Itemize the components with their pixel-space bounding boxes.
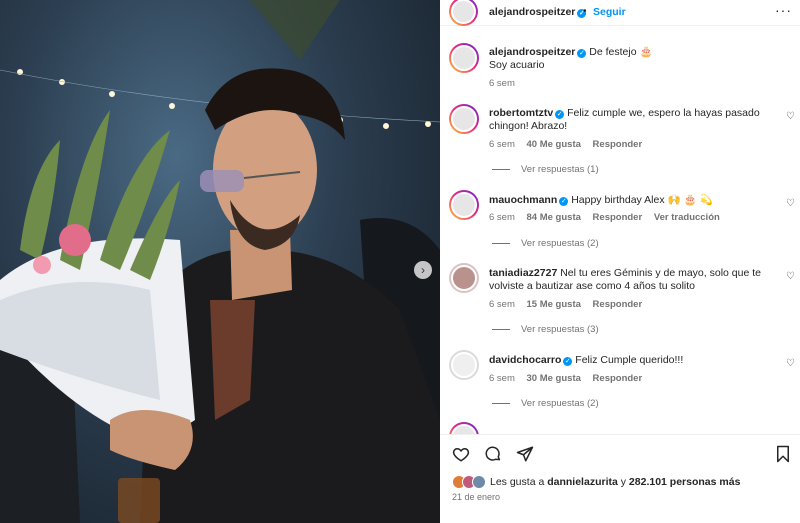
reply-button[interactable]: Responder	[593, 299, 643, 310]
comments-list[interactable]: alejandrospeitzer ✓ De festejo 🎂 Soy acua…	[440, 27, 800, 434]
comment-body: Happy birthday Alex 🙌 🎂 💫	[571, 194, 713, 206]
share-icon[interactable]	[516, 445, 534, 463]
chevron-right-icon: ›	[421, 263, 425, 277]
author-username[interactable]: alejandrospeitzer ✓	[489, 6, 587, 18]
verified-icon: ✓	[577, 49, 587, 58]
post-header: alejandrospeitzer ✓ • Seguir ···	[440, 0, 800, 26]
avatar[interactable]	[449, 422, 479, 434]
author-avatar[interactable]	[449, 0, 478, 26]
comment-time: 6 sem	[489, 78, 515, 89]
heart-icon[interactable]: ♡	[786, 358, 795, 369]
comment-body: Feliz Cumple querido!!!	[575, 354, 684, 366]
likes-text: Les gusta a dannielazurita y 282.101 per…	[490, 476, 741, 488]
comment-time: 6 sem	[489, 299, 515, 310]
avatar[interactable]	[449, 190, 479, 220]
caption-text: alejandrospeitzer ✓ De festejo 🎂 Soy acua…	[489, 46, 774, 72]
avatar	[472, 475, 486, 489]
view-replies-button[interactable]: Ver respuestas (2)	[492, 398, 599, 409]
avatar[interactable]	[449, 263, 479, 293]
view-replies-button[interactable]: Ver respuestas (3)	[492, 324, 599, 335]
reply-button[interactable]: Responder	[593, 373, 643, 384]
heart-icon[interactable]: ♡	[786, 271, 795, 282]
comment-username[interactable]: mauochmann	[489, 194, 557, 206]
bookmark-icon[interactable]	[774, 445, 792, 463]
comment-likes[interactable]: 30 Me gusta	[527, 373, 581, 384]
caption-line2: Soy acuario	[489, 59, 545, 71]
post-image[interactable]: ›	[0, 0, 440, 523]
follow-button[interactable]: Seguir	[593, 6, 626, 18]
reply-button[interactable]: Responder	[593, 212, 643, 223]
heart-icon[interactable]	[452, 445, 470, 463]
translate-button[interactable]: Ver traducción	[654, 212, 720, 223]
comment-time: 6 sem	[489, 373, 515, 384]
comment-likes[interactable]: 84 Me gusta	[527, 212, 581, 223]
comment-icon[interactable]	[484, 445, 502, 463]
comment-meta: 6 sem 15 Me gusta Responder	[489, 299, 651, 310]
action-bar	[452, 445, 534, 463]
avatar[interactable]	[449, 104, 479, 134]
comment-text: taniadiaz2727 Nel tu eres Géminis y de m…	[489, 267, 774, 293]
comment-username[interactable]: davidchocarro	[489, 354, 561, 366]
comment-username[interactable]: robertomtztv	[489, 107, 553, 119]
view-replies-button[interactable]: Ver respuestas (1)	[492, 164, 599, 175]
comment-username[interactable]: taniadiaz2727	[489, 267, 557, 279]
post-details-panel: alejandrospeitzer ✓ • Seguir ··· alejandr…	[440, 0, 800, 523]
comment-text: davidchocarro ✓ Feliz Cumple querido!!!	[489, 354, 774, 367]
comment-meta: 6 sem 84 Me gusta Responder Ver traducci…	[489, 212, 729, 223]
comment-time: 6 sem	[489, 212, 515, 223]
liker-username[interactable]: dannielazurita	[547, 476, 618, 488]
likes-summary[interactable]: Les gusta a dannielazurita y 282.101 per…	[452, 475, 740, 489]
post-date: 21 de enero	[452, 492, 501, 502]
verified-icon: ✓	[555, 110, 565, 119]
comment-meta: 6 sem 30 Me gusta Responder	[489, 373, 651, 384]
comment-text: robertomtztv ✓ Feliz cumple we, espero la…	[489, 107, 774, 133]
post-photo	[0, 0, 440, 523]
verified-icon: ✓	[559, 197, 569, 206]
caption-meta: 6 sem	[489, 78, 524, 89]
caption-line1: De festejo 🎂	[589, 46, 653, 58]
heart-icon[interactable]: ♡	[786, 198, 795, 209]
verified-icon: ✓	[563, 357, 573, 366]
comment-text: mauochmann ✓ Happy birthday Alex 🙌 🎂 💫	[489, 194, 774, 207]
likes-count[interactable]: 282.101 personas más	[629, 476, 741, 488]
view-replies-button[interactable]: Ver respuestas (2)	[492, 238, 599, 249]
heart-icon[interactable]: ♡	[786, 111, 795, 122]
comment-likes[interactable]: 15 Me gusta	[527, 299, 581, 310]
avatar[interactable]	[449, 43, 479, 73]
reply-button[interactable]: Responder	[593, 139, 643, 150]
post-footer: Les gusta a dannielazurita y 282.101 per…	[440, 434, 800, 523]
separator-dot: •	[583, 6, 587, 17]
avatar[interactable]	[449, 350, 479, 380]
comment-time: 6 sem	[489, 139, 515, 150]
caption-username[interactable]: alejandrospeitzer	[489, 46, 575, 58]
next-image-button[interactable]: ›	[414, 261, 432, 279]
comment-likes[interactable]: 40 Me gusta	[527, 139, 581, 150]
comment-meta: 6 sem 40 Me gusta Responder	[489, 139, 651, 150]
more-icon[interactable]: ···	[775, 2, 792, 18]
